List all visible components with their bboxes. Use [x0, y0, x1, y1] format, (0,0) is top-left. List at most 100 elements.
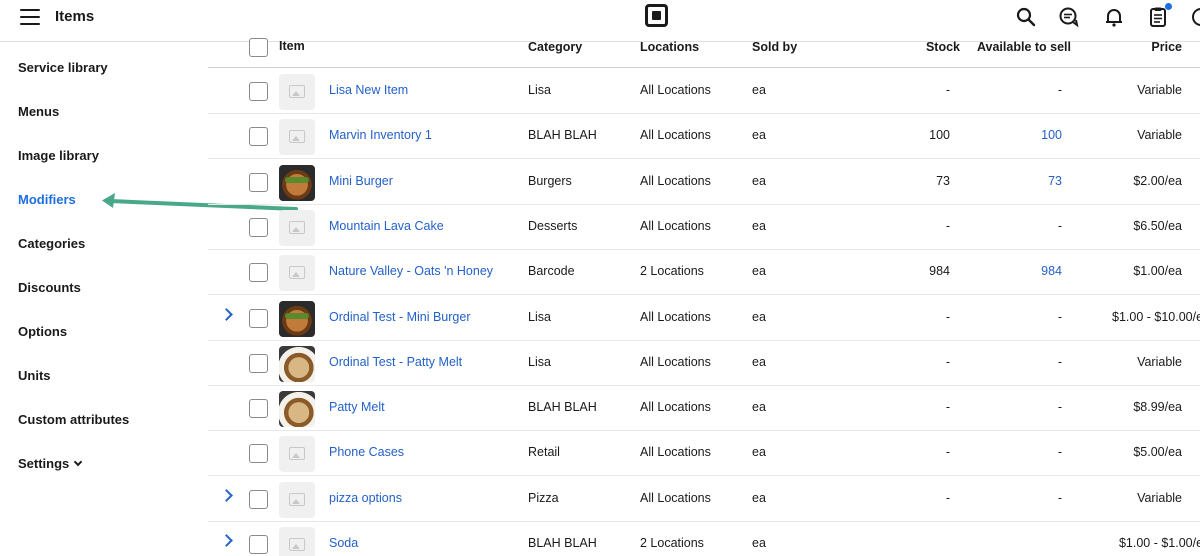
clipboard-icon[interactable]: [1147, 3, 1172, 28]
sidebar-item-image-library[interactable]: Image library: [18, 148, 99, 163]
sidebar-item-options[interactable]: Options: [18, 324, 67, 339]
item-price: $1.00 - $10.00/ea: [1112, 309, 1200, 324]
item-price: $1.00 - $1.00/ea: [1118, 536, 1200, 550]
sidebar-item-categories[interactable]: Categories: [18, 236, 85, 251]
item-thumbnail: [279, 391, 315, 428]
row-checkbox[interactable]: [249, 127, 268, 147]
item-name-link[interactable]: Ordinal Test - Patty Melt: [329, 355, 462, 369]
item-sold-by: ea: [752, 400, 766, 415]
table-row[interactable]: Mini Burger Burgers All Locations ea 73 73 $2.…: [208, 160, 1200, 205]
item-price: $2.00/ea: [1133, 173, 1182, 188]
item-available: -: [1057, 218, 1062, 233]
table-row[interactable]: Marvin Inventory 1 BLAH BLAH All Locations…: [208, 114, 1200, 160]
row-checkbox[interactable]: [249, 82, 268, 101]
sidebar-item-settings[interactable]: Settings: [18, 456, 83, 471]
column-category[interactable]: Category: [528, 40, 582, 54]
item-available[interactable]: 100: [1041, 128, 1062, 142]
table-row[interactable]: Phone Cases Retail All Locations ea - - $5.00/…: [208, 431, 1200, 477]
item-category: Barcode: [528, 264, 575, 279]
row-checkbox[interactable]: [249, 353, 268, 373]
table-row[interactable]: Mountain Lava Cake Desserts All Locations e…: [208, 205, 1200, 250]
chevron-right-icon[interactable]: [220, 307, 233, 321]
sidebar-item-units[interactable]: Units: [18, 368, 51, 383]
item-available[interactable]: 984: [1041, 264, 1062, 278]
chevron-right-icon[interactable]: [220, 488, 233, 502]
sidebar: Service library Menus Image library Modi…: [0, 42, 200, 556]
column-locations[interactable]: Locations: [640, 40, 699, 54]
item-name-link[interactable]: pizza options: [329, 491, 402, 505]
bell-icon[interactable]: [1103, 6, 1125, 28]
item-sold-by: ea: [752, 536, 766, 550]
item-locations: All Locations: [640, 445, 711, 460]
menu-icon[interactable]: [20, 9, 40, 25]
sidebar-item-modifiers[interactable]: Modifiers: [18, 192, 76, 207]
item-locations: All Locations: [640, 173, 711, 188]
item-available: -: [1057, 490, 1062, 505]
square-logo[interactable]: [645, 4, 668, 27]
item-category: Lisa: [528, 354, 551, 369]
table-row[interactable]: Patty Melt BLAH BLAH All Locations ea - - $8.9…: [208, 386, 1200, 432]
item-name-link[interactable]: Patty Melt: [329, 400, 385, 414]
row-checkbox[interactable]: [249, 263, 268, 283]
table-row[interactable]: pizza options Pizza All Locations ea - - Varia…: [208, 477, 1200, 522]
item-stock: -: [945, 445, 950, 460]
column-sold-by[interactable]: Sold by: [752, 40, 797, 54]
table-row[interactable]: Soda BLAH BLAH 2 Locations ea $1.00 - $1.00/…: [208, 522, 1200, 556]
messages-icon[interactable]: [1058, 6, 1080, 28]
item-available: -: [1057, 445, 1062, 460]
item-name-link[interactable]: Soda: [329, 536, 358, 550]
item-available: -: [1057, 400, 1062, 415]
chevron-down-icon: [74, 457, 83, 467]
row-checkbox[interactable]: [249, 217, 268, 237]
item-sold-by: ea: [752, 173, 766, 188]
column-price[interactable]: Price: [1151, 40, 1182, 54]
item-price: $5.00/ea: [1133, 445, 1182, 460]
item-sold-by: ea: [752, 83, 766, 97]
image-placeholder-icon: [279, 74, 315, 110]
item-name-link[interactable]: Mountain Lava Cake: [329, 219, 444, 233]
item-stock: -: [945, 490, 950, 505]
sidebar-item-discounts[interactable]: Discounts: [18, 280, 81, 295]
image-placeholder-icon: [279, 255, 315, 292]
row-checkbox[interactable]: [249, 399, 268, 419]
row-checkbox[interactable]: [249, 489, 268, 509]
item-thumbnail: [279, 300, 315, 337]
item-name-link[interactable]: Ordinal Test - Mini Burger: [329, 310, 471, 324]
item-name-link[interactable]: Lisa New Item: [329, 83, 408, 97]
item-stock: -: [945, 218, 950, 233]
table-row[interactable]: Lisa New Item Lisa All Locations ea - - Variab…: [208, 69, 1200, 114]
sidebar-item-menus[interactable]: Menus: [18, 104, 59, 119]
item-category: BLAH BLAH: [528, 400, 597, 415]
help-icon[interactable]: [1190, 6, 1200, 28]
item-sold-by: ea: [752, 354, 766, 369]
row-checkbox[interactable]: [249, 172, 268, 192]
row-checkbox[interactable]: [249, 535, 268, 554]
item-available: -: [1057, 309, 1062, 324]
table-row[interactable]: Nature Valley - Oats 'n Honey Barcode 2 Lo…: [208, 250, 1200, 296]
item-locations: All Locations: [640, 400, 711, 415]
item-category: Lisa: [528, 309, 551, 324]
item-locations: All Locations: [640, 218, 711, 233]
sidebar-item-service-library[interactable]: Service library: [18, 60, 108, 75]
column-item[interactable]: Item: [279, 39, 305, 53]
item-name-link[interactable]: Nature Valley - Oats 'n Honey: [329, 264, 493, 278]
item-name-link[interactable]: Mini Burger: [329, 174, 393, 188]
search-icon[interactable]: [1015, 6, 1037, 28]
chevron-right-icon[interactable]: [220, 534, 233, 547]
column-stock[interactable]: Stock: [926, 40, 960, 54]
table-row[interactable]: Ordinal Test - Mini Burger Lisa All Locati…: [208, 296, 1200, 341]
item-name-link[interactable]: Phone Cases: [329, 445, 404, 459]
column-available[interactable]: Available to sell: [977, 40, 1071, 54]
item-price: Variable: [1137, 354, 1182, 369]
item-stock: -: [945, 83, 950, 97]
select-all-checkbox[interactable]: [249, 38, 268, 57]
sidebar-item-custom-attributes[interactable]: Custom attributes: [18, 412, 129, 427]
image-placeholder-icon: [279, 119, 315, 156]
item-category: Lisa: [528, 83, 551, 97]
row-checkbox[interactable]: [249, 444, 268, 464]
item-thumbnail: [279, 164, 315, 201]
item-name-link[interactable]: Marvin Inventory 1: [329, 128, 432, 142]
item-available[interactable]: 73: [1048, 174, 1062, 188]
table-row[interactable]: Ordinal Test - Patty Melt Lisa All Locatio…: [208, 341, 1200, 386]
row-checkbox[interactable]: [249, 308, 268, 328]
